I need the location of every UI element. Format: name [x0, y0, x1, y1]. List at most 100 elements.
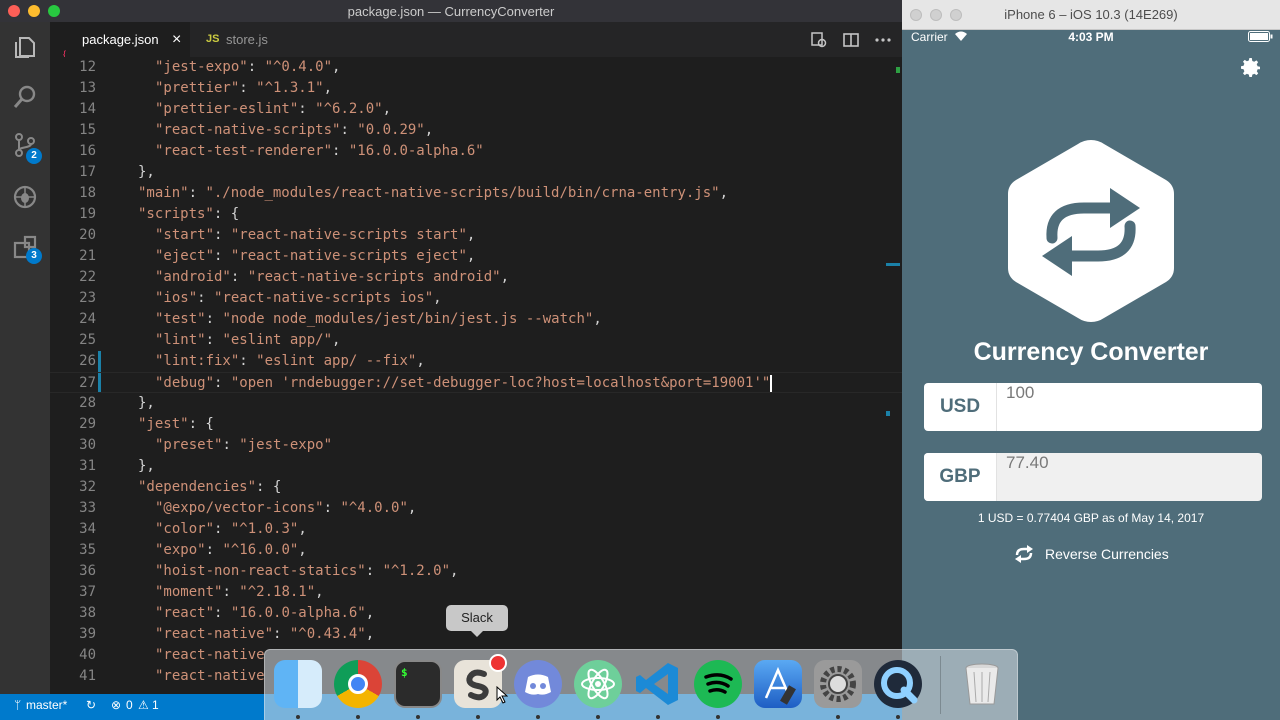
- spotify-logo: [704, 673, 733, 694]
- code-line[interactable]: 35 "expo": "^16.0.0",: [50, 540, 902, 561]
- punctuation: ,: [433, 290, 442, 306]
- line-number: 33: [79, 500, 96, 516]
- code-line[interactable]: 19 "scripts": {: [50, 204, 902, 225]
- line-number: 26: [79, 353, 96, 369]
- line-number: 20: [79, 227, 96, 243]
- json-value: "^6.2.0": [315, 101, 383, 117]
- code-line[interactable]: 33 "@expo/vector-icons": "^4.0.0",: [50, 498, 902, 519]
- branch-name[interactable]: master*: [26, 694, 67, 716]
- code-line[interactable]: 30 "preset": "jest-expo": [50, 435, 902, 456]
- code-line[interactable]: 34 "color": "^1.0.3",: [50, 519, 902, 540]
- punctuation: ,: [332, 332, 341, 348]
- json-key: "react-test-renderer": [155, 143, 333, 159]
- code-line[interactable]: 20 "start": "react-native-scripts start",: [50, 225, 902, 246]
- settings-gear-icon[interactable]: [1239, 56, 1263, 80]
- trash-icon[interactable]: [958, 660, 1006, 708]
- code-line[interactable]: 32 "dependencies": {: [50, 477, 902, 498]
- code-line[interactable]: 17},: [50, 162, 902, 183]
- tab-close-icon[interactable]: ×: [172, 22, 181, 57]
- json-value: "eslint app/": [222, 332, 333, 348]
- code-line[interactable]: 14 "prettier-eslint": "^6.2.0",: [50, 99, 902, 120]
- xcode-icon[interactable]: [754, 660, 802, 708]
- code-editor[interactable]: 12 "jest-expo": "^0.4.0", 13 "prettier": "^…: [50, 57, 902, 694]
- line-code: "scripts": {: [138, 204, 239, 225]
- code-line[interactable]: 27 "debug": "open 'rndebugger://set-debug…: [50, 372, 902, 393]
- code-line[interactable]: 22 "android": "react-native-scripts andro…: [50, 267, 902, 288]
- punctuation: ,: [365, 605, 375, 621]
- tab-store-js[interactable]: JS store.js: [190, 22, 310, 57]
- debug-icon[interactable]: [12, 184, 38, 210]
- warning-count[interactable]: 1: [152, 694, 159, 716]
- line-code: "android": "react-native-scripts android…: [155, 269, 510, 285]
- code-line[interactable]: 36 "hoist-non-react-statics": "^1.2.0",: [50, 561, 902, 582]
- line-code: },: [138, 456, 155, 477]
- split-editor-icon[interactable]: [842, 31, 860, 49]
- base-currency-button[interactable]: USD: [924, 383, 996, 431]
- sync-icon[interactable]: ↻: [86, 694, 96, 716]
- code-line[interactable]: 23 "ios": "react-native-scripts ios",: [50, 288, 902, 309]
- reverse-label: Reverse Currencies: [1045, 546, 1169, 562]
- search-icon[interactable]: [12, 84, 38, 110]
- discord-logo: [525, 674, 551, 695]
- json-value: "^1.2.0": [382, 563, 451, 579]
- code-line[interactable]: 25 "lint": "eslint app/",: [50, 330, 902, 351]
- base-amount-field[interactable]: 100: [1006, 383, 1034, 431]
- json-key: "react-native-scripts": [155, 122, 341, 138]
- code-line[interactable]: 31},: [50, 456, 902, 477]
- code-line[interactable]: 28},: [50, 393, 902, 414]
- atom-icon[interactable]: [574, 660, 622, 708]
- explorer-icon[interactable]: [12, 34, 38, 60]
- line-number: 29: [79, 416, 96, 432]
- line-code: "lint": "eslint app/",: [155, 332, 341, 348]
- more-actions-icon[interactable]: [874, 31, 892, 49]
- code-line[interactable]: 15 "react-native-scripts": "0.0.29",: [50, 120, 902, 141]
- line-number: 38: [79, 605, 96, 621]
- discord-icon[interactable]: [514, 660, 562, 708]
- json-key: "color": [155, 521, 215, 537]
- punctuation: ,: [298, 542, 307, 558]
- system-preferences-icon[interactable]: [814, 660, 862, 708]
- spotify-icon[interactable]: [694, 660, 742, 708]
- line-code: "hoist-non-react-statics": "^1.2.0",: [155, 563, 459, 579]
- running-indicator: [716, 715, 720, 719]
- quicktime-icon[interactable]: [874, 660, 922, 708]
- quote-currency-button[interactable]: GBP: [924, 453, 996, 501]
- punctuation: ,: [593, 311, 602, 327]
- code-line[interactable]: 16 "react-test-renderer": "16.0.0-alpha.6…: [50, 141, 902, 162]
- tab-package-json[interactable]: { package.json ×: [50, 22, 190, 59]
- code-line[interactable]: 24 "test": "node node_modules/jest/bin/je…: [50, 309, 902, 330]
- simulator-titlebar: iPhone 6 – iOS 10.3 (14E269): [902, 0, 1280, 30]
- ios-status-bar: Carrier 4:03 PM: [902, 30, 1280, 50]
- slack-icon[interactable]: [454, 654, 507, 708]
- line-code: "ios": "react-native-scripts ios",: [155, 290, 442, 306]
- code-line[interactable]: 13 "prettier": "^1.3.1",: [50, 78, 902, 99]
- quote-amount-field: 77.40: [1006, 453, 1049, 472]
- vscode-icon[interactable]: [634, 660, 682, 708]
- input-divider: [996, 383, 997, 431]
- line-code: "react-native-scripts": "0.0.29",: [155, 122, 434, 138]
- battery-icon: [1248, 31, 1273, 42]
- running-indicator: [296, 715, 300, 719]
- open-changes-icon[interactable]: [810, 31, 828, 49]
- line-code: "debug": "open 'rndebugger://set-debugge…: [155, 374, 773, 392]
- code-line[interactable]: 21 "eject": "react-native-scripts eject",: [50, 246, 902, 267]
- line-number: 27: [79, 375, 96, 391]
- json-value: "^16.0.0": [222, 542, 299, 558]
- xcode-logo: [764, 666, 796, 705]
- code-line[interactable]: 12 "jest-expo": "^0.4.0",: [50, 57, 902, 78]
- finder-icon[interactable]: [274, 660, 322, 708]
- line-number: 24: [79, 311, 96, 327]
- error-count[interactable]: 0: [126, 694, 133, 716]
- json-value: "^2.18.1": [239, 584, 316, 600]
- line-code: "eject": "react-native-scripts eject",: [155, 248, 476, 264]
- code-line[interactable]: 29 "jest": {: [50, 414, 902, 435]
- code-line[interactable]: 26 "lint:fix": "eslint app/ --fix",: [50, 351, 902, 372]
- code-line[interactable]: 37 "moment": "^2.18.1",: [50, 582, 902, 603]
- line-number: 21: [79, 248, 96, 264]
- code-line[interactable]: 18 "main": "./node_modules/react-native-s…: [50, 183, 902, 204]
- line-code: "react-native": "^0.43.4",: [155, 626, 375, 642]
- line-code: },: [138, 162, 155, 183]
- json-value: "node node_modules/jest/bin/jest.js --wa…: [222, 311, 594, 327]
- terminal-icon[interactable]: $: [394, 660, 442, 708]
- chrome-icon[interactable]: [334, 660, 382, 708]
